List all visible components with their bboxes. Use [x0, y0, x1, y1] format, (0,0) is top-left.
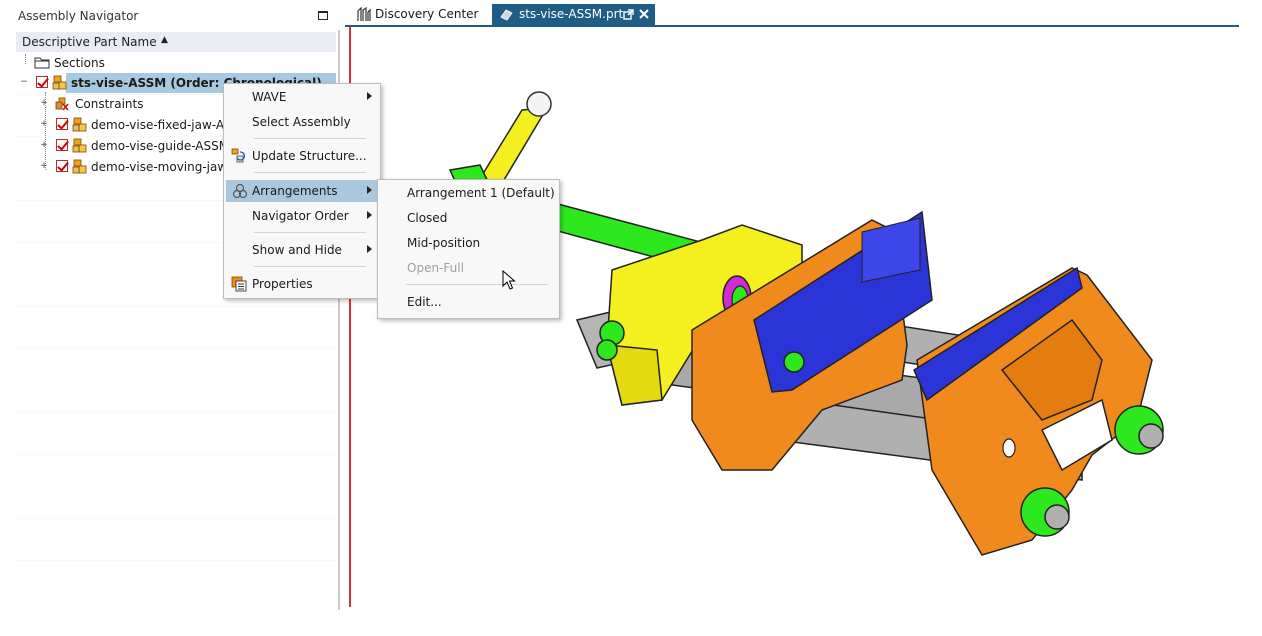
expand-icon[interactable]: + — [40, 162, 48, 171]
menu-item-label: Mid-position — [407, 236, 481, 250]
menu-item-label: Open-Full — [407, 261, 464, 275]
menu-item-wave[interactable]: WAVE — [226, 86, 378, 108]
update-structure-icon — [231, 148, 246, 163]
context-menu: WAVE Select Assembly Update Structure...… — [223, 83, 381, 299]
menu-separator — [254, 138, 366, 139]
submenu-item-arrangement-1[interactable]: Arrangement 1 (Default) — [380, 182, 557, 204]
tree-row-label: demo-vise-guide-ASSM — [91, 139, 230, 153]
menu-item-label: Edit... — [407, 295, 442, 309]
tree-row-label: Sections — [54, 56, 105, 70]
column-header[interactable]: Descriptive Part Name ▲ — [16, 32, 336, 53]
close-tab-icon[interactable] — [639, 9, 649, 19]
assembly-icon — [72, 117, 87, 132]
tab-part-file[interactable]: sts-vise-ASSM.prt — [492, 4, 655, 25]
navigator-title: Assembly Navigator — [18, 9, 139, 23]
document-tab-bar: Discovery Center sts-vise-ASSM.prt — [345, 0, 1240, 26]
menu-item-label: Update Structure... — [252, 149, 367, 163]
tab-label: sts-vise-ASSM.prt — [519, 7, 624, 21]
menu-separator — [406, 284, 548, 285]
menu-separator — [254, 232, 366, 233]
menu-item-label: Properties — [252, 277, 313, 291]
sort-ascending-icon[interactable]: ▲ — [161, 35, 168, 45]
submenu-arrow-icon — [367, 211, 372, 219]
menu-item-navigator-order[interactable]: Navigator Order — [226, 205, 378, 227]
properties-icon — [231, 276, 247, 292]
arrangements-icon — [232, 183, 248, 199]
folder-icon — [34, 57, 50, 69]
collapse-icon[interactable]: − — [20, 78, 28, 87]
menu-item-label: WAVE — [252, 90, 287, 104]
menu-item-update-structure[interactable]: Update Structure... — [226, 145, 378, 167]
expand-icon[interactable]: + — [40, 141, 48, 150]
visibility-checkbox[interactable] — [56, 160, 68, 172]
menu-item-properties[interactable]: Properties — [226, 273, 378, 295]
submenu-arrow-icon — [367, 92, 372, 100]
detach-window-icon[interactable] — [623, 9, 634, 20]
menu-separator — [254, 172, 366, 173]
arrangements-submenu: Arrangement 1 (Default) Closed Mid-posit… — [377, 179, 560, 319]
submenu-item-closed[interactable]: Closed — [380, 207, 557, 229]
visibility-checkbox[interactable] — [56, 118, 68, 130]
part-file-icon — [500, 9, 513, 21]
menu-item-label: Show and Hide — [252, 243, 342, 257]
menu-separator — [254, 266, 366, 267]
assembly-icon — [72, 138, 87, 153]
constraints-icon — [55, 97, 69, 111]
menu-item-label: Navigator Order — [252, 209, 349, 223]
tree-row-label: Constraints — [75, 97, 144, 111]
submenu-arrow-icon — [367, 245, 372, 253]
submenu-arrow-icon — [367, 186, 372, 194]
mouse-cursor-icon — [502, 270, 516, 290]
menu-item-arrangements[interactable]: Arrangements — [226, 180, 378, 202]
submenu-item-edit[interactable]: Edit... — [380, 291, 557, 313]
menu-item-label: Select Assembly — [252, 115, 351, 129]
menu-item-label: Arrangements — [252, 184, 338, 198]
menu-item-show-and-hide[interactable]: Show and Hide — [226, 239, 378, 261]
assembly-icon — [72, 159, 87, 174]
expand-icon[interactable]: + — [40, 99, 48, 108]
submenu-item-mid-position[interactable]: Mid-position — [380, 232, 557, 254]
assembly-icon — [52, 75, 67, 90]
navigator-header: Assembly Navigator — [0, 0, 345, 30]
expand-icon[interactable]: + — [40, 120, 48, 129]
discovery-center-icon — [357, 7, 371, 21]
menu-item-label: Closed — [407, 211, 448, 225]
menu-item-select-assembly[interactable]: Select Assembly — [226, 111, 378, 133]
menu-item-label: Arrangement 1 (Default) — [407, 186, 555, 200]
visibility-checkbox[interactable] — [56, 139, 68, 151]
submenu-item-open-full: Open-Full — [380, 257, 557, 279]
maximize-icon[interactable] — [318, 11, 328, 20]
tree-row-sections[interactable]: Sections — [16, 53, 338, 73]
tab-label: Discovery Center — [375, 7, 479, 21]
column-header-label: Descriptive Part Name — [22, 35, 157, 49]
visibility-checkbox[interactable] — [36, 76, 48, 88]
